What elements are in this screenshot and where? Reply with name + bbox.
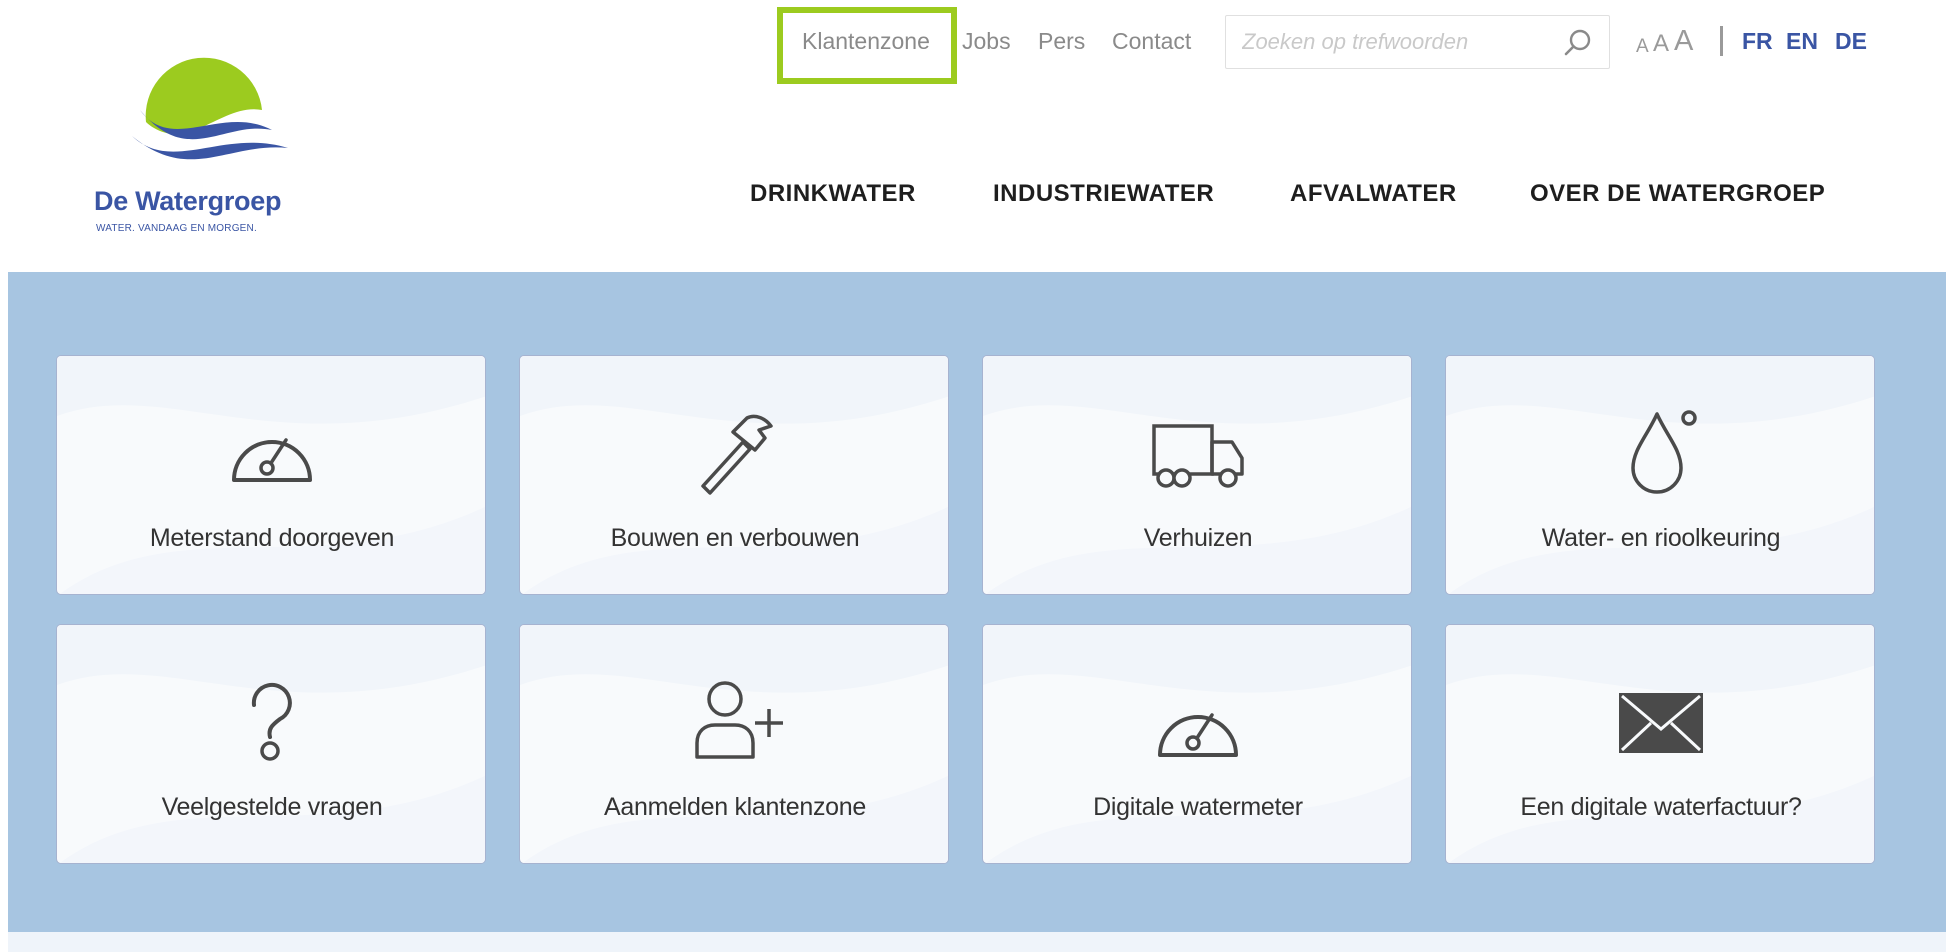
- site-logo[interactable]: De Watergroep WATER. VANDAAG EN MORGEN.: [92, 44, 312, 244]
- tile-label: Water- en rioolkeuring: [1541, 524, 1781, 552]
- topnav-contact[interactable]: Contact: [1112, 28, 1191, 55]
- site-header: De Watergroep WATER. VANDAAG EN MORGEN. …: [0, 0, 1946, 272]
- font-size-small[interactable]: A: [1636, 36, 1649, 58]
- divider: [1720, 26, 1723, 56]
- tile-meterstand-doorgeven[interactable]: Meterstand doorgeven: [56, 355, 486, 595]
- nav-afvalwater[interactable]: AFVALWATER: [1290, 180, 1457, 208]
- search-box: [1225, 15, 1610, 69]
- logo-tagline: WATER. VANDAAG EN MORGEN.: [96, 223, 257, 234]
- envelope-icon: [1619, 693, 1703, 753]
- lang-de[interactable]: DE: [1835, 28, 1867, 55]
- topnav-jobs[interactable]: Jobs: [962, 28, 1011, 55]
- tile-digitale-watermeter[interactable]: Digitale watermeter: [982, 624, 1412, 864]
- tile-label: Aanmelden klantenzone: [604, 793, 866, 821]
- tile-label: Meterstand doorgeven: [149, 524, 395, 552]
- nav-industriewater[interactable]: INDUSTRIEWATER: [993, 180, 1214, 208]
- logo-name: De Watergroep: [94, 186, 282, 216]
- topnav-pers[interactable]: Pers: [1038, 28, 1085, 55]
- search-icon[interactable]: [1563, 28, 1593, 58]
- lang-en[interactable]: EN: [1786, 28, 1818, 55]
- question-icon: [251, 682, 292, 761]
- tile-bouwen-en-verbouwen[interactable]: Bouwen en verbouwen: [519, 355, 949, 595]
- truck-icon: [1152, 424, 1244, 488]
- tile-veelgestelde-vragen[interactable]: Veelgestelde vragen: [56, 624, 486, 864]
- tile-verhuizen[interactable]: Verhuizen: [982, 355, 1412, 595]
- tile-label: Digitale watermeter: [1093, 793, 1303, 821]
- meter-icon: [1158, 713, 1238, 757]
- tile-label: Verhuizen: [1143, 524, 1253, 552]
- lang-fr[interactable]: FR: [1742, 28, 1773, 55]
- tile-water-en-rioolkeuring[interactable]: Water- en rioolkeuring: [1445, 355, 1875, 595]
- tile-label: Bouwen en verbouwen: [610, 524, 860, 552]
- water-drop-icon: [1631, 410, 1697, 494]
- logo-mark-icon: [132, 57, 288, 160]
- nav-drinkwater[interactable]: DRINKWATER: [750, 180, 916, 208]
- tile-een-digitale-waterfactuur[interactable]: Een digitale waterfactuur?: [1445, 624, 1875, 864]
- footer-strip: [8, 932, 1946, 952]
- meter-icon: [232, 438, 312, 482]
- font-size-large[interactable]: A: [1674, 25, 1693, 58]
- hammer-icon: [701, 414, 773, 495]
- tile-label: Een digitale waterfactuur?: [1520, 793, 1802, 821]
- tile-label: Veelgestelde vragen: [161, 793, 383, 821]
- nav-over-de-watergroep[interactable]: OVER DE WATERGROEP: [1530, 180, 1825, 208]
- search-input[interactable]: [1242, 16, 1542, 68]
- klantenzone-highlight: [777, 7, 957, 84]
- add-user-icon: [695, 681, 783, 759]
- font-size-medium[interactable]: A: [1653, 30, 1669, 58]
- tile-aanmelden-klantenzone[interactable]: Aanmelden klantenzone: [519, 624, 949, 864]
